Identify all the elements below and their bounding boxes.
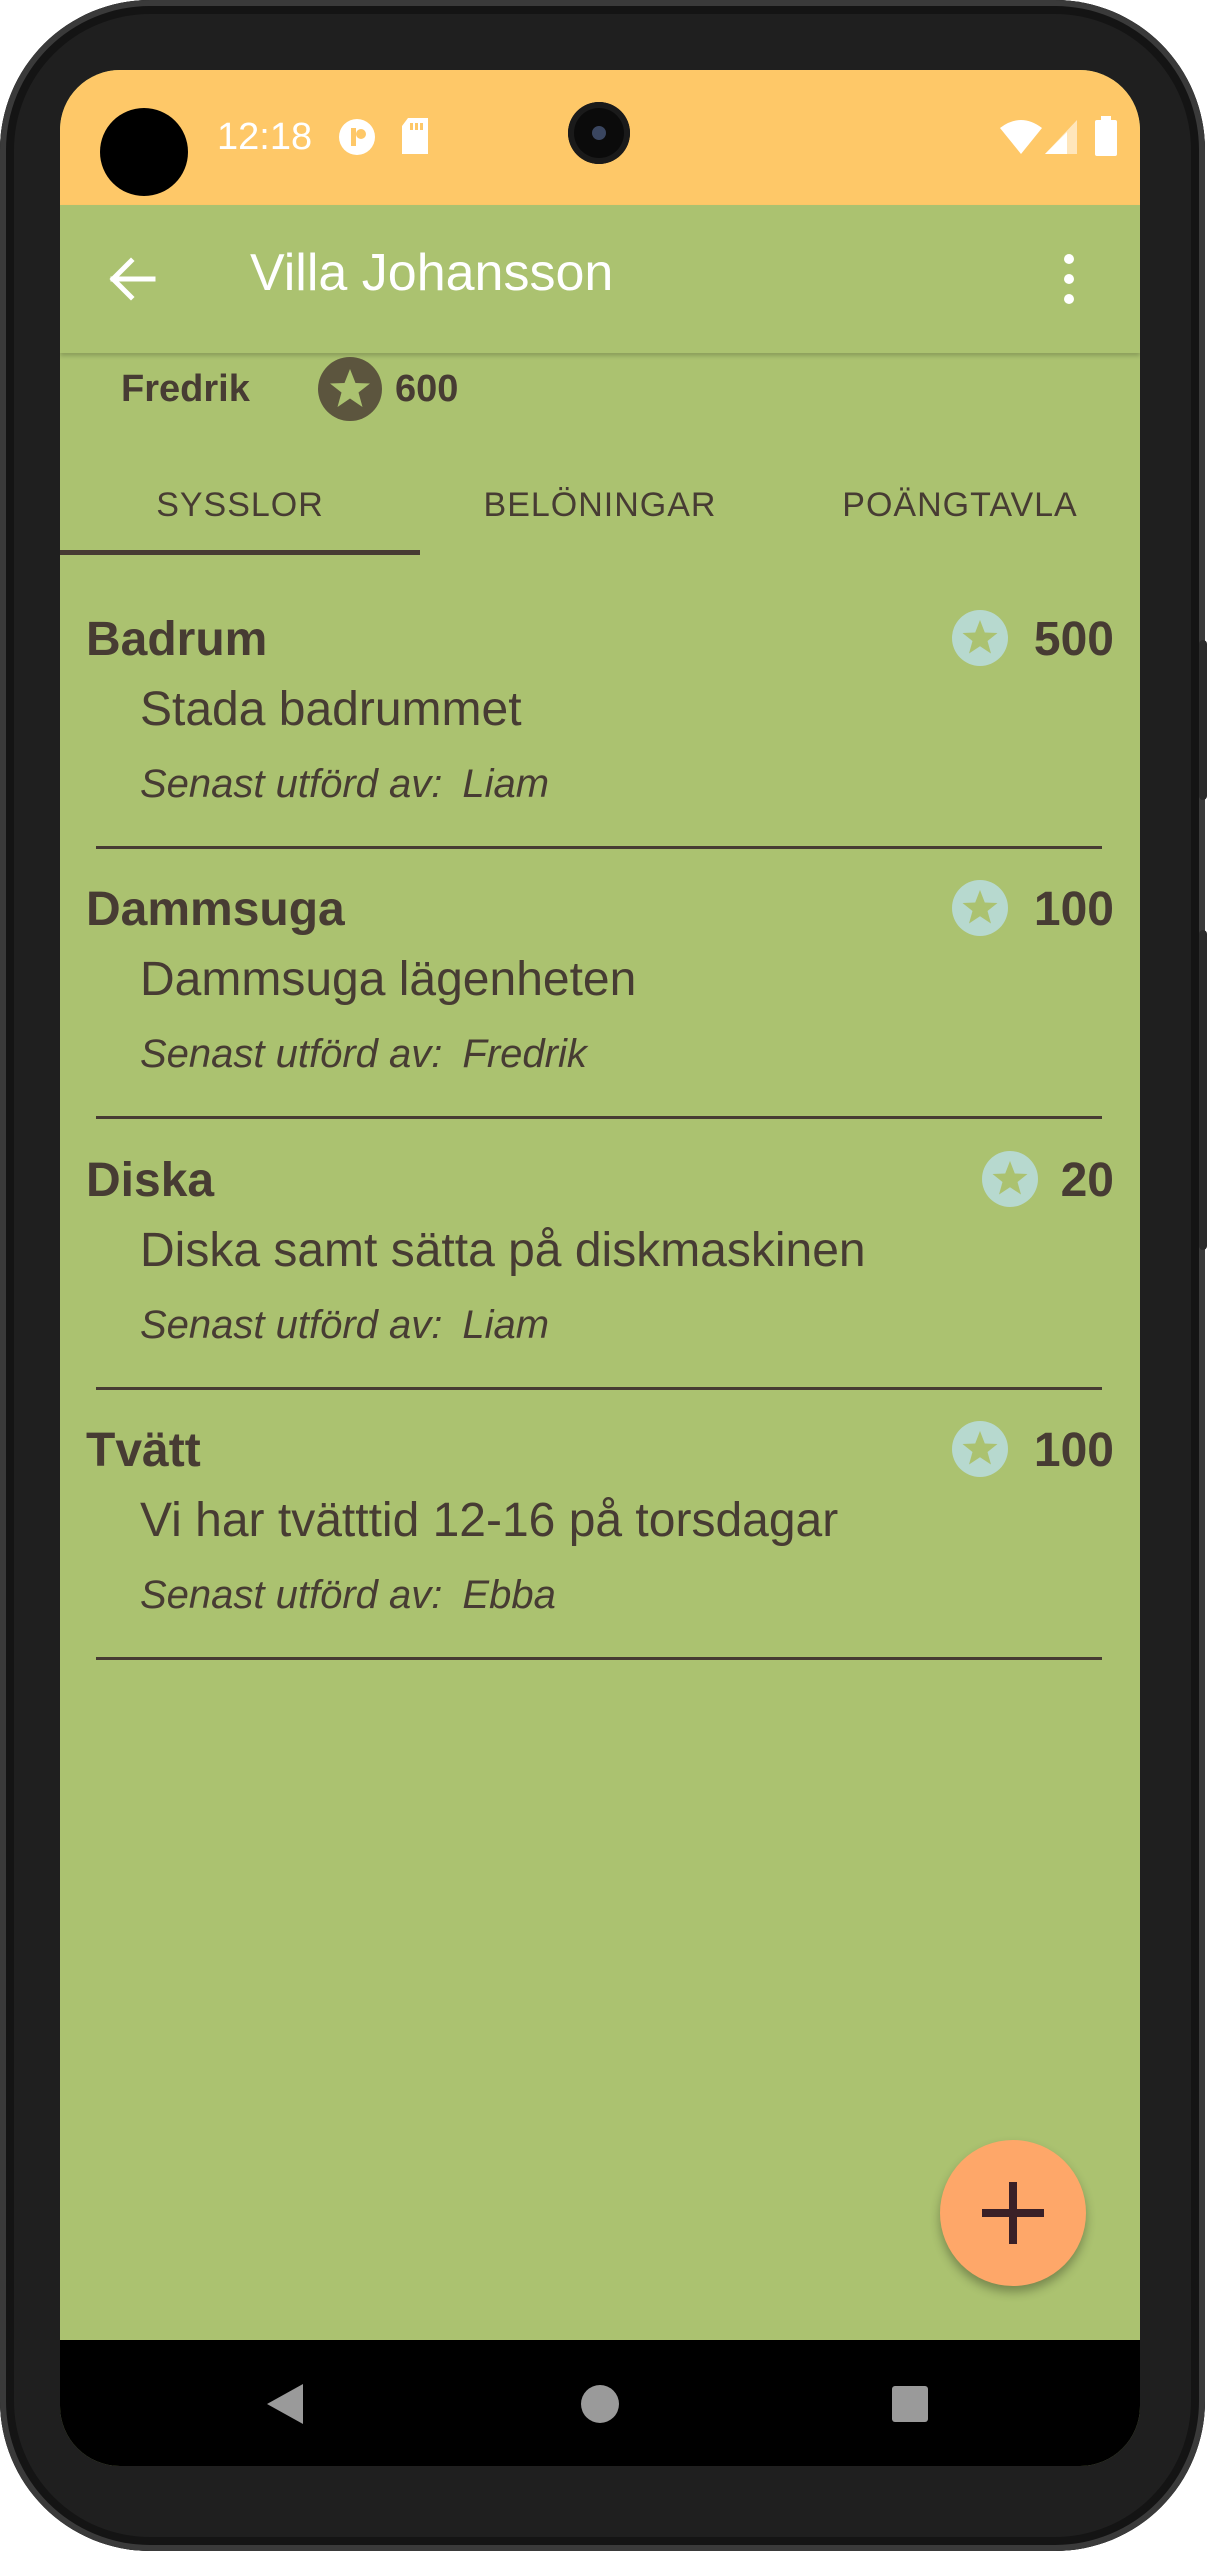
divider bbox=[96, 846, 1102, 849]
app-bar: Villa Johansson bbox=[60, 205, 1140, 353]
chore-title: Badrum bbox=[86, 613, 268, 666]
chore-points: 100 bbox=[1033, 883, 1114, 936]
star-icon bbox=[952, 610, 1008, 666]
chore-points: 100 bbox=[1033, 1424, 1114, 1477]
tab-beloningar[interactable]: BELÖNINGAR bbox=[420, 455, 780, 555]
last-done-label: Senast utförd av: bbox=[140, 1303, 443, 1347]
screen: 12:18 Villa Johansson Fredrik 600 SYSSLO… bbox=[60, 70, 1140, 2466]
chore-last-done: Senast utförd av: Ebba bbox=[140, 1573, 556, 1618]
last-done-by: Ebba bbox=[462, 1573, 556, 1617]
star-icon bbox=[982, 1151, 1038, 1207]
signal-icon bbox=[1045, 120, 1077, 154]
home-circle-icon[interactable] bbox=[580, 2382, 620, 2426]
chore-last-done: Senast utförd av: Liam bbox=[140, 1303, 549, 1348]
list-item[interactable]: Tvätt 100 Vi har tvätttid 12-16 på torsd… bbox=[60, 1401, 1140, 1671]
chore-last-done: Senast utförd av: Fredrik bbox=[140, 1032, 587, 1077]
star-icon bbox=[318, 357, 382, 421]
front-camera bbox=[568, 102, 630, 164]
divider bbox=[96, 1657, 1102, 1660]
back-arrow-icon[interactable] bbox=[105, 253, 157, 305]
user-name: Fredrik bbox=[121, 368, 250, 410]
chore-title: Tvätt bbox=[86, 1424, 201, 1477]
add-chore-button[interactable] bbox=[940, 2140, 1086, 2286]
tab-poangtavla[interactable]: POÄNGTAVLA bbox=[780, 455, 1140, 555]
recents-square-icon[interactable] bbox=[890, 2382, 930, 2426]
divider bbox=[96, 1387, 1102, 1390]
user-points: 600 bbox=[395, 368, 459, 410]
status-bar: 12:18 bbox=[60, 70, 1140, 205]
phone-frame: 12:18 Villa Johansson Fredrik 600 SYSSLO… bbox=[0, 0, 1207, 2551]
last-done-by: Liam bbox=[462, 762, 550, 806]
last-done-by: Fredrik bbox=[462, 1032, 587, 1076]
chore-points: 500 bbox=[1033, 613, 1114, 666]
star-icon bbox=[952, 880, 1008, 936]
last-done-label: Senast utförd av: bbox=[140, 762, 443, 806]
punch-hole-camera bbox=[100, 108, 188, 196]
plus-icon bbox=[982, 2182, 1044, 2244]
back-triangle-icon[interactable] bbox=[265, 2382, 305, 2426]
last-done-by: Liam bbox=[462, 1303, 550, 1347]
chore-title: Diska bbox=[86, 1154, 215, 1207]
chore-points: 20 bbox=[1060, 1154, 1114, 1207]
tab-indicator bbox=[60, 550, 420, 555]
chore-last-done: Senast utförd av: Liam bbox=[140, 762, 549, 807]
tab-sysslor[interactable]: SYSSLOR bbox=[60, 455, 420, 555]
chore-description: Stada badrummet bbox=[140, 683, 522, 736]
battery-icon bbox=[1095, 116, 1117, 156]
last-done-label: Senast utförd av: bbox=[140, 1032, 443, 1076]
system-nav-bar bbox=[60, 2340, 1140, 2466]
badge-notification-icon bbox=[339, 119, 375, 155]
list-item[interactable]: Diska 20 Diska samt sätta på diskmaskine… bbox=[60, 1131, 1140, 1401]
volume-button bbox=[1199, 640, 1207, 800]
status-time: 12:18 bbox=[217, 116, 313, 158]
wifi-icon bbox=[1000, 120, 1042, 154]
tab-bar: SYSSLOR BELÖNINGAR POÄNGTAVLA bbox=[60, 455, 1140, 555]
chore-title: Dammsuga bbox=[86, 883, 345, 936]
star-icon bbox=[952, 1421, 1008, 1477]
sd-card-icon bbox=[402, 118, 428, 154]
chore-description: Dammsuga lägenheten bbox=[140, 953, 637, 1006]
more-vert-icon[interactable] bbox=[1060, 253, 1078, 305]
divider bbox=[96, 1116, 1102, 1119]
list-item[interactable]: Badrum 500 Stada badrummet Senast utförd… bbox=[60, 590, 1140, 860]
last-done-label: Senast utförd av: bbox=[140, 1573, 443, 1617]
page-title: Villa Johansson bbox=[250, 244, 614, 302]
chore-description: Vi har tvätttid 12-16 på torsdagar bbox=[140, 1494, 839, 1547]
list-item[interactable]: Dammsuga 100 Dammsuga lägenheten Senast … bbox=[60, 860, 1140, 1130]
power-button bbox=[1199, 930, 1207, 1250]
chore-description: Diska samt sätta på diskmaskinen bbox=[140, 1224, 866, 1277]
